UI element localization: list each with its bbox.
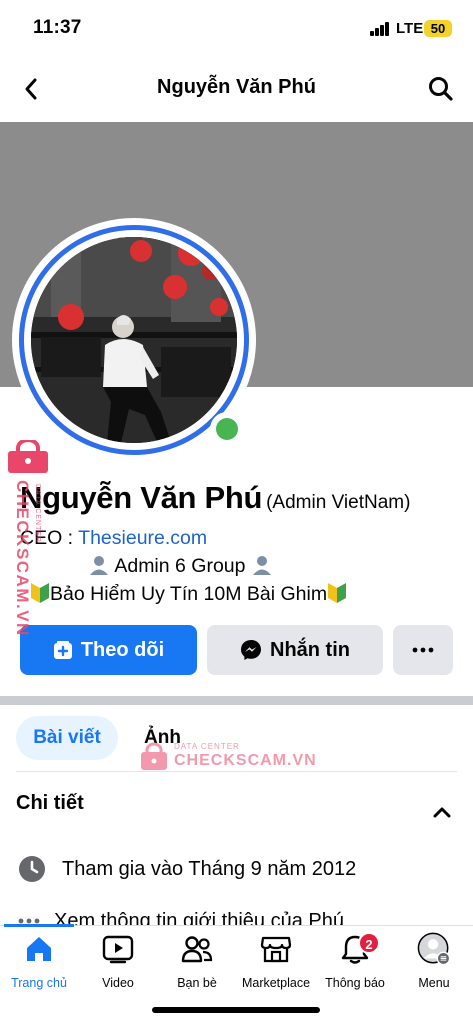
person-icon — [90, 556, 108, 575]
lock-icon — [8, 440, 48, 473]
follow-plus-icon — [53, 641, 72, 659]
nav-menu-label: Menu — [418, 976, 450, 990]
notification-badge: 2 — [358, 932, 380, 954]
nav-menu[interactable]: Menu — [389, 932, 473, 990]
watermark-side: CHECKSCAM.VN DATA CENTER — [4, 440, 52, 640]
watermark-small-text: DATA CENTER — [34, 484, 41, 543]
nav-home[interactable]: Trang chủ — [0, 932, 84, 990]
bio-link[interactable]: Thesieure.com — [78, 527, 207, 549]
battery-indicator: 50 — [424, 20, 452, 37]
nav-friends[interactable]: Bạn bè — [152, 932, 242, 990]
messenger-icon — [241, 640, 261, 660]
profile-name-row: Nguyễn Văn Phú (Admin VietNam) — [20, 480, 410, 516]
message-label: Nhắn tin — [270, 638, 350, 661]
lock-icon — [141, 742, 167, 770]
page-title: Nguyễn Văn Phú — [157, 76, 316, 98]
status-time: 11:37 — [33, 17, 82, 38]
profile-bio: CEO : Thesieure.com Admin 6 Group Bảo Hi… — [20, 524, 460, 608]
chevron-up-icon[interactable] — [430, 800, 454, 824]
tab-posts[interactable]: Bài viết — [16, 716, 118, 760]
nav-notifications[interactable]: 2 Thông báo — [310, 932, 400, 990]
signal-icon — [370, 22, 390, 36]
more-dots-icon — [412, 647, 434, 653]
person-icon — [252, 556, 271, 575]
bio-line-admin: Admin 6 Group — [20, 552, 460, 580]
network-label: LTE — [396, 20, 424, 37]
online-status-indicator — [210, 412, 244, 446]
friends-icon — [181, 936, 213, 963]
marketplace-icon — [260, 936, 292, 963]
clock-icon — [19, 856, 45, 882]
bio-line-ceo: CEO : Thesieure.com — [20, 524, 460, 552]
joined-date-text: Tham gia vào Tháng 9 năm 2012 — [62, 857, 357, 880]
bio-line-insurance: Bảo Hiểm Uy Tín 10M Bài Ghim — [20, 580, 460, 608]
nav-marketplace[interactable]: Marketplace — [231, 932, 321, 990]
follow-label: Theo dõi — [80, 638, 165, 661]
top-header: Nguyễn Văn Phú — [0, 62, 473, 116]
section-divider — [0, 696, 473, 705]
nav-friends-label: Bạn bè — [177, 976, 217, 990]
watermark-big-text: CHECKSCAM.VN — [13, 480, 32, 637]
message-button[interactable]: Nhắn tin — [207, 625, 383, 675]
joined-date-row: Tham gia vào Tháng 9 năm 2012 — [18, 855, 356, 883]
watermark-center: DATA CENTER CHECKSCAM.VN — [140, 740, 316, 774]
about-info-row[interactable]: Xem thông tin giới thiệu của Phú — [18, 907, 418, 927]
active-tab-indicator — [4, 924, 74, 927]
nav-home-label: Trang chủ — [11, 976, 67, 990]
alternate-name: (Admin VietNam) — [266, 492, 411, 513]
home-icon — [27, 937, 51, 961]
home-indicator — [152, 1007, 320, 1013]
bio-insurance-text: Bảo Hiểm Uy Tín 10M Bài Ghim — [50, 583, 328, 605]
nav-video-label: Video — [102, 976, 134, 990]
video-icon — [102, 935, 134, 964]
details-heading: Chi tiết — [16, 792, 84, 814]
nav-marketplace-label: Marketplace — [241, 976, 311, 990]
about-info-text: Xem thông tin giới thiệu của Phú — [54, 910, 344, 927]
nav-notifications-label: Thông báo — [325, 976, 385, 990]
beginner-badge-icon — [328, 583, 347, 603]
menu-avatar-icon — [417, 932, 451, 966]
watermark-big-text: CHECKSCAM.VN — [174, 752, 317, 769]
status-bar: 11:37 LTE 50 — [0, 0, 473, 56]
search-icon — [429, 77, 453, 101]
bio-admin-text: Admin 6 Group — [110, 555, 251, 577]
watermark-small-text: DATA CENTER — [174, 742, 240, 751]
nav-video[interactable]: Video — [73, 932, 163, 990]
profile-name: Nguyễn Văn Phú — [20, 480, 263, 515]
more-options-button[interactable] — [393, 625, 453, 675]
avatar-photo — [31, 237, 237, 443]
profile-avatar[interactable] — [12, 218, 256, 462]
search-button[interactable] — [424, 72, 458, 106]
